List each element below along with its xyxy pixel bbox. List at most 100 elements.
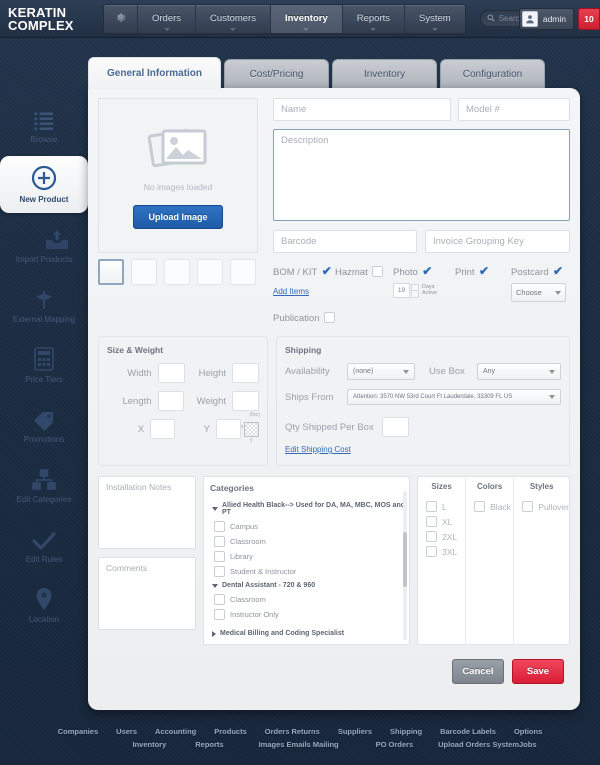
invoice-grouping-key-field[interactable]: Invoice Grouping Key [425, 230, 570, 253]
weight-input[interactable] [232, 391, 260, 411]
ships-from-select[interactable]: Attention: 3570 NW 53rd Court Ft Lauderd… [347, 389, 561, 405]
user-menu[interactable]: admin [518, 8, 574, 30]
footer-link-accounting[interactable]: Accounting [155, 727, 196, 736]
footer-link-reports[interactable]: Reports [195, 740, 223, 749]
barcode-field[interactable]: Barcode [273, 230, 417, 253]
x-input[interactable] [150, 419, 176, 439]
categories-scrollbar-thumb[interactable] [403, 532, 407, 587]
tab-general-information[interactable]: General Information [88, 57, 222, 89]
category-checkbox[interactable] [214, 551, 225, 562]
postcard-select[interactable]: Choose [511, 283, 566, 302]
nav-item-system[interactable]: System [405, 5, 465, 33]
sidebar-item-new-product[interactable]: New Product [0, 156, 88, 213]
nav-item-reports[interactable]: Reports [343, 4, 406, 33]
footer-link-po-orders[interactable]: PO Orders [376, 740, 414, 749]
add-items-link[interactable]: Add Items [273, 287, 309, 296]
y-input[interactable] [215, 419, 241, 439]
footer-link-users[interactable]: Users [116, 727, 137, 736]
category-item[interactable]: Library [208, 549, 405, 564]
sidebar-item-promotions[interactable]: Promotions [0, 396, 88, 453]
print-checkbox[interactable]: ✔ [479, 264, 489, 278]
footer-link-orders-returns[interactable]: Orders Returns [265, 727, 320, 736]
thumbnail-slot[interactable] [131, 259, 157, 285]
sidebar-item-import-products[interactable]: Import Products [0, 216, 88, 273]
footer-link-options[interactable]: Options [514, 727, 542, 736]
name-field[interactable]: Name [273, 98, 451, 121]
footer-link-products[interactable]: Products [214, 727, 247, 736]
settings-gear-button[interactable] [104, 4, 138, 33]
footer-link-barcode-labels[interactable]: Barcode Labels [440, 727, 496, 736]
size-option[interactable]: XL [418, 514, 465, 529]
footer-link-suppliers[interactable]: Suppliers [338, 727, 372, 736]
sidebar-item-external-mapping[interactable]: External Mapping [0, 276, 88, 333]
thumbnail-slot[interactable] [164, 259, 190, 285]
tab-cost-pricing[interactable]: Cost/Pricing [224, 59, 330, 89]
nav-item-orders[interactable]: Orders [138, 4, 197, 33]
image-preview-box[interactable]: No images loaded Upload Image [98, 98, 258, 253]
color-option[interactable]: Black [466, 499, 513, 514]
use-box-select[interactable]: Any [477, 363, 561, 380]
category-checkbox[interactable] [214, 566, 225, 577]
save-button[interactable]: Save [512, 659, 564, 684]
footer-link-images-emails-mailing[interactable]: Images Emails Mailing [259, 740, 339, 749]
sidebar-item-price-tiers[interactable]: Price Tiers [0, 336, 88, 393]
thumbnail-slot[interactable] [230, 259, 256, 285]
edit-shipping-cost-link[interactable]: Edit Shipping Cost [285, 445, 351, 454]
sidebar-item-location[interactable]: Location [0, 576, 88, 633]
sidebar-item-edit-rules[interactable]: Edit Rules [0, 516, 88, 573]
size-option[interactable]: 2XL [418, 529, 465, 544]
bom-kit-checkbox[interactable]: ✔ [322, 264, 332, 278]
nav-item-inventory[interactable]: Inventory [270, 4, 343, 33]
category-checkbox[interactable] [214, 594, 225, 605]
tab-inventory[interactable]: Inventory [332, 59, 438, 89]
hazmat-checkbox[interactable] [372, 266, 384, 277]
size-checkbox[interactable] [426, 546, 437, 557]
category-group-header[interactable]: Medical Billing and Coding Specialist [208, 627, 405, 640]
qty-per-box-input[interactable] [381, 417, 409, 437]
notification-badge[interactable]: 10 [578, 8, 600, 30]
postcard-checkbox[interactable]: ✔ [553, 264, 563, 278]
thumbnail-slot[interactable] [98, 259, 124, 285]
category-checkbox[interactable] [214, 609, 225, 620]
style-option[interactable]: Pullover [514, 499, 569, 514]
days-active-value[interactable]: 19 [393, 283, 410, 298]
stepper-up-icon[interactable] [411, 283, 419, 291]
comments-field[interactable]: Comments [98, 557, 196, 630]
tab-configuration[interactable]: Configuration [440, 59, 546, 89]
category-checkbox[interactable] [214, 536, 225, 547]
style-checkbox[interactable] [522, 501, 534, 512]
installation-notes-field[interactable]: Installation Notes [98, 476, 196, 549]
stepper-down-icon[interactable] [411, 290, 419, 298]
publication-checkbox[interactable] [323, 312, 335, 323]
size-checkbox[interactable] [426, 531, 437, 542]
sidebar-item-browse[interactable]: Browse [0, 96, 88, 153]
cancel-button[interactable]: Cancel [452, 659, 504, 684]
category-item[interactable]: Campus [208, 519, 405, 534]
thumbnail-slot[interactable] [197, 259, 223, 285]
availability-select[interactable]: (none) [347, 363, 415, 380]
category-group-header[interactable]: Allied Health Black--> Used for DA, MA, … [208, 499, 405, 519]
color-checkbox[interactable] [474, 501, 486, 512]
category-item[interactable]: Classroom [208, 534, 405, 549]
size-checkbox[interactable] [426, 501, 437, 512]
width-input[interactable] [157, 363, 185, 383]
photo-checkbox[interactable]: ✔ [422, 264, 432, 278]
description-field[interactable]: Description [273, 129, 570, 221]
footer-link-upload-orders-systemjobs[interactable]: Upload Orders SystemJobs [438, 740, 536, 749]
footer-link-inventory[interactable]: Inventory [132, 740, 166, 749]
nav-item-customers[interactable]: Customers [196, 4, 271, 33]
category-checkbox[interactable] [214, 521, 225, 532]
footer-link-shipping[interactable]: Shipping [390, 727, 422, 736]
brand-logo[interactable]: KERATIN COMPLEX [0, 6, 85, 32]
sidebar-item-edit-categories[interactable]: Edit Categories [0, 456, 88, 513]
height-input[interactable] [232, 363, 260, 383]
category-item[interactable]: Classroom [208, 592, 405, 607]
category-group-header[interactable]: Dental Assistant - 720 & 960 [208, 579, 405, 592]
upload-image-button[interactable]: Upload Image [133, 204, 223, 229]
stepper-arrows[interactable] [411, 283, 419, 298]
model-field[interactable]: Model # [458, 98, 570, 121]
length-input[interactable] [157, 391, 185, 411]
category-item[interactable]: Student & Instructor [208, 564, 405, 579]
size-checkbox[interactable] [426, 516, 437, 527]
size-option[interactable]: 3XL [418, 544, 465, 559]
